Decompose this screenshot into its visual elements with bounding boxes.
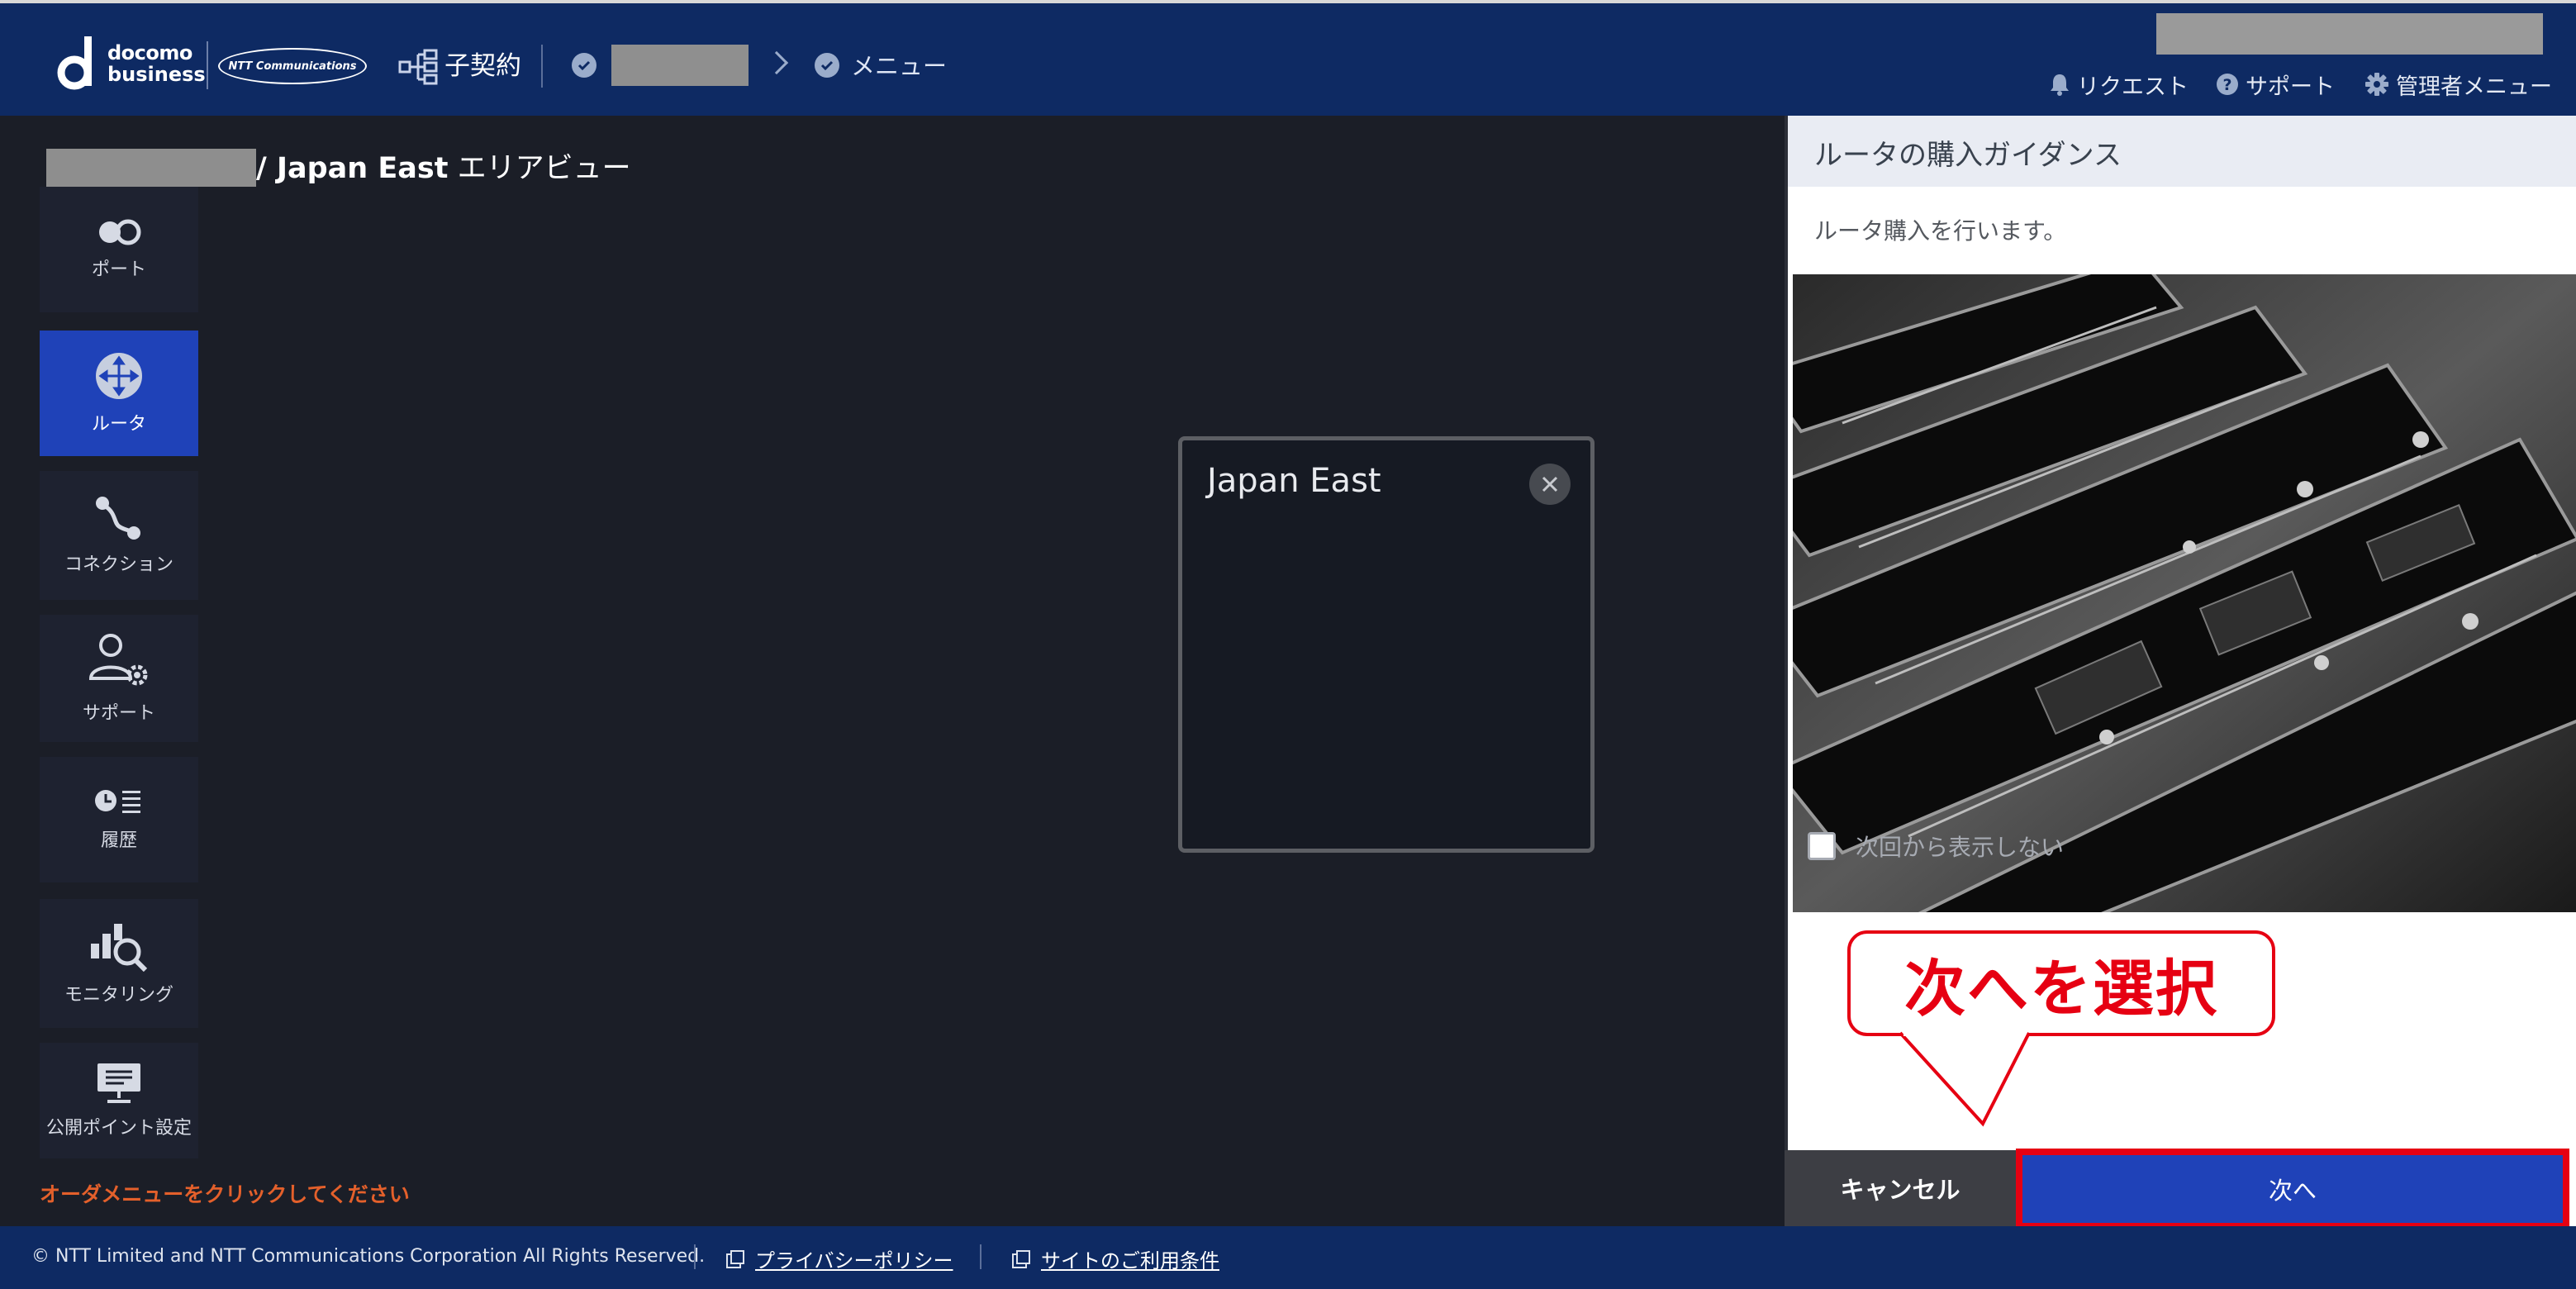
contract-tree-icon	[398, 49, 438, 85]
support-icon	[88, 634, 148, 686]
privacy-policy-link[interactable]: プライバシーポリシー	[725, 1244, 953, 1273]
close-icon	[1542, 476, 1558, 492]
logo-divider	[207, 41, 208, 89]
sidebar-item-connection[interactable]: コネクション	[40, 471, 198, 600]
sidebar-item-router[interactable]: ルータ	[40, 331, 198, 456]
bell-icon	[2051, 74, 2069, 96]
terms-label: サイトのご利用条件	[1041, 1249, 1219, 1272]
dont-show-again-label: 次回から表示しない	[1856, 834, 2065, 861]
instruction-callout: 次へを選択	[1847, 930, 2275, 1036]
connection-icon	[96, 497, 140, 540]
guidance-title: ルータの購入ガイダンス	[1814, 139, 2122, 172]
sidebar-item-label: ポート	[91, 259, 146, 280]
sidebar-item-port[interactable]: ポート	[40, 187, 198, 312]
terms-link[interactable]: サイトのご利用条件	[1011, 1244, 1219, 1273]
sidebar-item-monitoring[interactable]: モニタリング	[40, 899, 198, 1028]
check-circle-icon	[572, 53, 596, 78]
page-title: / Japan East エリアビュー	[256, 149, 631, 188]
contract-switcher[interactable]: 子契約	[444, 50, 521, 83]
sidebar-item-label: 公開ポイント設定	[45, 1118, 192, 1139]
sidebar-item-label: モニタリング	[64, 985, 173, 1006]
footer-divider	[694, 1244, 696, 1269]
sidebar-item-label: サポート	[82, 703, 155, 724]
admin-menu-label: 管理者メニュー	[2396, 74, 2552, 100]
sidebar-item-label: コネクション	[64, 554, 173, 575]
history-icon	[95, 790, 140, 813]
docomo-d-logo-icon	[57, 36, 92, 90]
close-button[interactable]	[1529, 464, 1571, 505]
footer: © NTT Limited and NTT Communications Cor…	[0, 1226, 2576, 1289]
brand-bottom: business	[107, 63, 206, 86]
redacted-contract-name	[611, 45, 749, 86]
port-icon	[99, 219, 141, 245]
sidebar-item-support[interactable]: サポート	[40, 615, 198, 742]
cancel-button[interactable]: キャンセル	[1785, 1150, 2016, 1226]
external-link-icon	[1012, 1249, 1030, 1268]
brand-top: docomo	[107, 41, 192, 64]
sidebar-item-label: ルータ	[91, 414, 146, 435]
dont-show-again-row[interactable]: 次回から表示しない	[1808, 830, 2064, 863]
page-title-area: / Japan East	[256, 152, 449, 185]
callout-pointer	[1900, 1031, 2031, 1127]
request-label: リクエスト	[2077, 74, 2189, 100]
guidance-header: ルータの購入ガイダンス	[1788, 116, 2576, 187]
next-button[interactable]: 次へ	[2022, 1155, 2563, 1223]
external-link-icon	[726, 1249, 744, 1268]
partner-logo: NTT Communications	[218, 48, 367, 84]
chevron-right-icon	[764, 50, 789, 75]
support-link[interactable]: ? サポート	[2216, 68, 2335, 101]
redacted-tenant-name	[46, 149, 256, 187]
order-menu-hint: オーダメニューをクリックしてください	[40, 1182, 410, 1206]
router-icon	[96, 353, 142, 399]
gear-icon	[2365, 73, 2388, 96]
breadcrumb-menu[interactable]: メニュー	[851, 50, 947, 83]
monitoring-icon	[91, 924, 148, 972]
support-label: サポート	[2246, 74, 2335, 100]
sidebar-item-history[interactable]: 履歴	[40, 757, 198, 882]
header-divider	[541, 45, 543, 88]
svg-text:?: ?	[2222, 76, 2231, 94]
check-circle-icon	[815, 53, 839, 78]
redacted-user-name	[2156, 13, 2543, 55]
page-title-view: エリアビュー	[457, 152, 631, 185]
footer-divider	[980, 1244, 981, 1269]
guidance-description: ルータ購入を行います。	[1814, 217, 2067, 245]
admin-menu-link[interactable]: 管理者メニュー	[2365, 68, 2552, 101]
sidebar-item-public-point[interactable]: 公開ポイント設定	[40, 1043, 198, 1158]
request-link[interactable]: リクエスト	[2049, 68, 2189, 101]
region-name: Japan East	[1207, 462, 1381, 500]
public-point-icon	[97, 1063, 140, 1103]
callout-text: 次へを選択	[1904, 953, 2218, 1025]
region-popup: Japan East	[1178, 436, 1595, 853]
dont-show-again-checkbox[interactable]	[1808, 832, 1836, 860]
sidebar-item-label: 履歴	[100, 830, 137, 851]
top-bar: docomo business NTT Communications 子契約 メ…	[0, 0, 2576, 116]
server-rack-photo	[1793, 274, 2576, 912]
copyright: © NTT Limited and NTT Communications Cor…	[31, 1246, 706, 1267]
help-circle-icon: ?	[2217, 74, 2238, 95]
privacy-policy-label: プライバシーポリシー	[755, 1249, 953, 1272]
